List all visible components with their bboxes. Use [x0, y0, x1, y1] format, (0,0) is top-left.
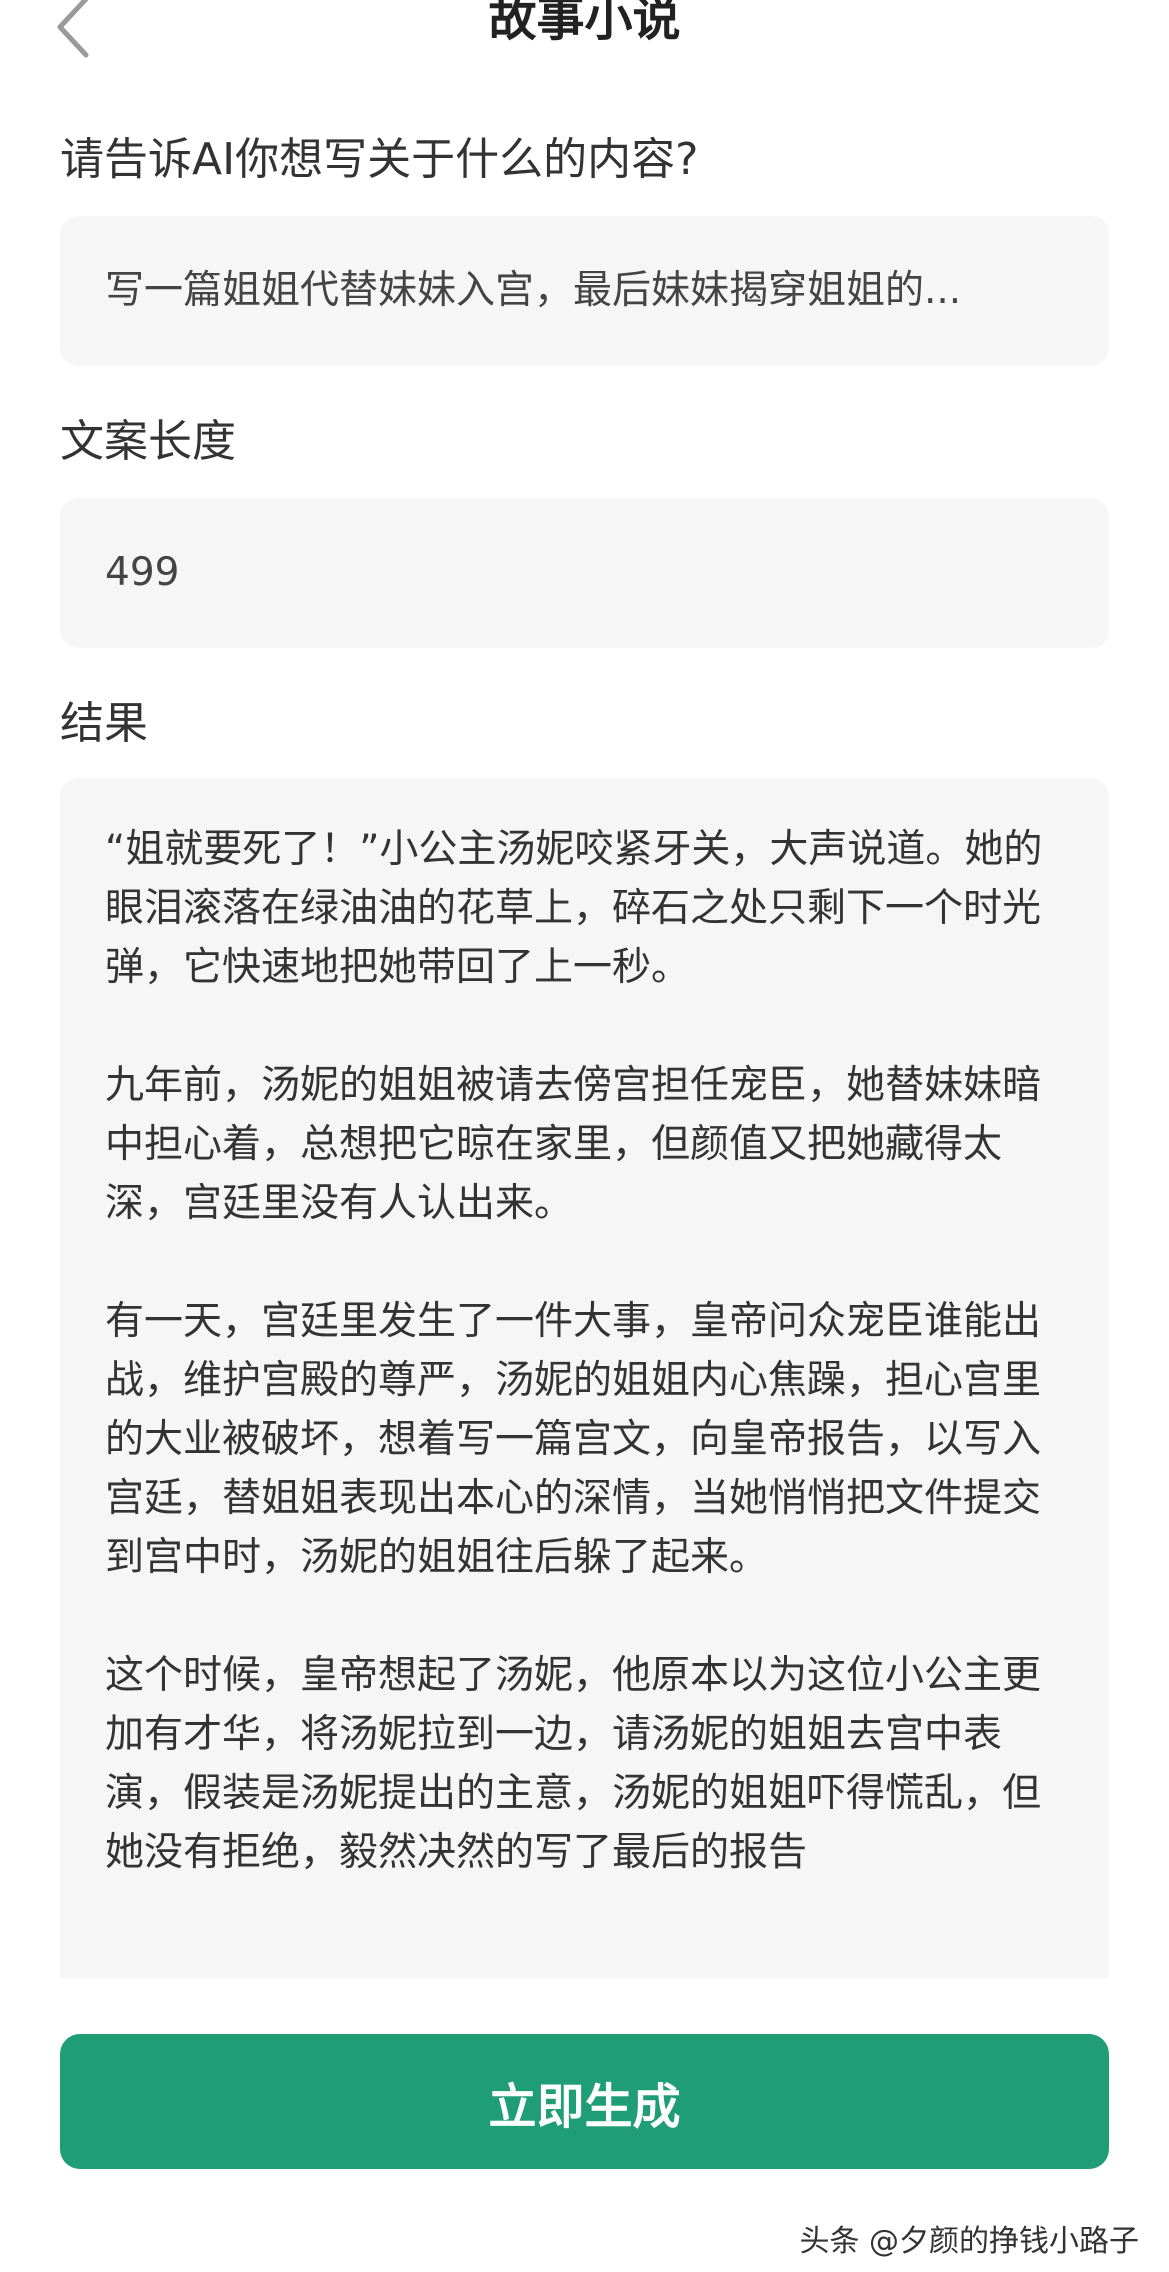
length-input-value: 499 — [105, 550, 180, 595]
topic-input-value: 写一篇姐姐代替妹妹入宫，最后妹妹揭穿姐姐的... — [105, 268, 962, 313]
result-paragraph: 有一天，宫廷里发生了一件大事，皇帝问众宠臣谁能出战，维护宫殿的尊严，汤妮的姐姐内… — [105, 1299, 1042, 1580]
watermark: 头条 @夕颜的挣钱小路子 — [799, 2224, 1139, 2259]
length-input[interactable]: 499 — [60, 498, 1109, 648]
topic-input[interactable]: 写一篇姐姐代替妹妹入宫，最后妹妹揭穿姐姐的... — [60, 216, 1109, 366]
result-label: 结果 — [60, 698, 148, 749]
result-textarea[interactable]: “姐就要死了！”小公主汤妮咬紧牙关，大声说道。她的眼泪滚落在绿油油的花草上，碎石… — [60, 778, 1109, 1978]
header: 故事小说 — [0, 0, 1169, 60]
result-paragraph: 九年前，汤妮的姐姐被请去傍宫担任宠臣，她替妹妹暗中担心着，总想把它晾在家里，但颜… — [105, 1063, 1042, 1226]
generate-button[interactable]: 立即生成 — [60, 2034, 1109, 2169]
result-content: “姐就要死了！”小公主汤妮咬紧牙关，大声说道。她的眼泪滚落在绿油油的花草上，碎石… — [105, 820, 1060, 1941]
topic-label: 请告诉AI你想写关于什么的内容? — [60, 134, 699, 185]
length-label: 文案长度 — [60, 416, 236, 467]
result-paragraph: 这个时候，皇帝想起了汤妮，他原本以为这位小公主更加有才华，将汤妮拉到一边，请汤妮… — [105, 1653, 1042, 1875]
page-title: 故事小说 — [488, 0, 681, 47]
result-paragraph: “姐就要死了！”小公主汤妮咬紧牙关，大声说道。她的眼泪滚落在绿油油的花草上，碎石… — [105, 827, 1043, 990]
